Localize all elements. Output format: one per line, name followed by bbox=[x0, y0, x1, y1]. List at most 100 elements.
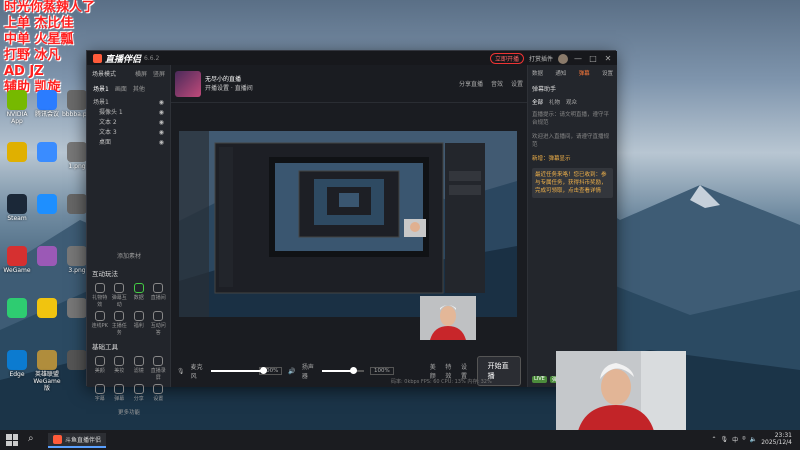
task-bubble[interactable]: 最近任务来咯！您已收到：参与专属任务，获得抖币奖励，完成可领取，点击查看详情 bbox=[532, 168, 613, 198]
avatar[interactable] bbox=[558, 53, 568, 64]
subtab-audience[interactable]: 观众 bbox=[566, 98, 577, 106]
preview-image bbox=[179, 131, 517, 317]
eye-icon[interactable]: ◉ bbox=[159, 138, 164, 148]
mic-icon[interactable]: 🎙 bbox=[177, 368, 185, 375]
eye-icon[interactable]: ◉ bbox=[159, 98, 164, 108]
subtab-all[interactable]: 全部 bbox=[532, 98, 543, 106]
eye-icon[interactable]: ◉ bbox=[159, 118, 164, 128]
feature-button[interactable]: 连线PK bbox=[90, 311, 110, 336]
desktop-icon[interactable]: 英雄联盟WeGame版 bbox=[32, 350, 62, 392]
close-button[interactable]: ✕ bbox=[603, 54, 613, 63]
stream-preview[interactable] bbox=[179, 131, 517, 317]
feature-label: 弹幕互动 bbox=[111, 295, 127, 308]
tab-data[interactable]: 数据 bbox=[532, 69, 543, 77]
danmaku-message: 欢迎进入直播间，请遵守直播规范 bbox=[532, 134, 610, 148]
desktop-icon[interactable]: WeGame bbox=[2, 246, 32, 274]
tray-network-icon[interactable]: ⌾ bbox=[742, 435, 746, 443]
share-button[interactable]: 分享直播 bbox=[459, 79, 483, 88]
webcam-small bbox=[420, 296, 476, 340]
desktop-icon[interactable]: Steam bbox=[2, 194, 32, 222]
search-icon[interactable]: ⌕ bbox=[28, 433, 42, 447]
desktop-icon[interactable] bbox=[2, 298, 32, 319]
minimize-button[interactable]: — bbox=[573, 54, 583, 63]
room-settings-button[interactable]: 设置 bbox=[511, 79, 523, 88]
feature-button[interactable]: 弹幕互动 bbox=[110, 283, 130, 308]
scene-item-label: 场景1 bbox=[93, 99, 109, 106]
feature-icon bbox=[133, 356, 144, 366]
desktop-icon[interactable]: NVIDIA App bbox=[2, 90, 32, 125]
desktop-icon-label: WeGame bbox=[3, 267, 31, 274]
desktop-icon[interactable] bbox=[32, 246, 62, 267]
tray-ime[interactable]: 中 bbox=[732, 435, 738, 444]
interact-title: 互动玩法 bbox=[92, 270, 118, 278]
app-icon bbox=[67, 142, 87, 162]
clock[interactable]: 23:31 2025/12/4 bbox=[761, 432, 792, 446]
room-cover[interactable] bbox=[175, 70, 201, 97]
desktop-icon[interactable]: Edge bbox=[2, 350, 32, 378]
app-logo: 直播伴侣 6.6.2 bbox=[93, 52, 159, 65]
feature-button[interactable]: 福利 bbox=[129, 311, 149, 336]
feature-button[interactable]: 字幕 bbox=[90, 384, 110, 402]
eye-icon[interactable]: ◉ bbox=[159, 128, 164, 138]
subtab-gift[interactable]: 礼物 bbox=[549, 98, 560, 106]
tab-danmaku[interactable]: 弹幕 bbox=[579, 69, 590, 77]
feature-button[interactable]: 美妆 bbox=[110, 356, 130, 381]
desktop-icon[interactable]: 腾讯会议 bbox=[32, 90, 62, 118]
speaker-icon[interactable]: 🔊 bbox=[288, 368, 295, 375]
tray-volume-icon[interactable]: 🔈 bbox=[750, 436, 757, 443]
more-features-button[interactable]: 更多功能 bbox=[87, 404, 171, 416]
feature-button[interactable]: 弹幕 bbox=[110, 384, 130, 402]
feature-button[interactable]: 直播录屏 bbox=[149, 356, 169, 381]
feature-label: 滤镜 bbox=[133, 368, 144, 374]
scene-item[interactable]: 桌面 ◉ bbox=[93, 138, 164, 148]
feature-icon bbox=[153, 283, 164, 293]
maximize-button[interactable]: □ bbox=[588, 54, 598, 63]
feature-button[interactable]: 数据 bbox=[129, 283, 149, 308]
interact-section: 互动玩法 礼物特效 弹幕互动 数据 直播间 连线PK 主播任务 福利 互动问答 基础工具 美颜… bbox=[87, 265, 171, 416]
scene-item[interactable]: 文本 2 ◉ bbox=[93, 118, 164, 128]
tab-other[interactable]: 其他 bbox=[133, 84, 145, 93]
tray-mic-icon[interactable]: 🎙 bbox=[721, 436, 729, 443]
app-window: 直播伴侣 6.6.2 立即开播 打赏插件 — □ ✕ 场景模式 横屏 竖屏 场景… bbox=[86, 50, 617, 416]
feature-button[interactable]: 滤镜 bbox=[129, 356, 149, 381]
scene-item[interactable]: 文本 3 ◉ bbox=[93, 128, 164, 138]
speaker-slider[interactable] bbox=[322, 367, 364, 374]
taskbar-app-button[interactable]: 斗鱼直播伴侣 bbox=[48, 432, 107, 448]
tab-notify[interactable]: 通知 bbox=[555, 69, 566, 77]
windows-start-icon[interactable] bbox=[6, 434, 18, 446]
eye-icon[interactable]: ◉ bbox=[159, 108, 164, 118]
desktop-icon[interactable] bbox=[2, 142, 32, 163]
app-task-icon bbox=[53, 434, 62, 444]
feature-button[interactable]: 美颜 bbox=[90, 356, 110, 381]
feature-button[interactable]: 礼物特效 bbox=[90, 283, 110, 308]
taskbar: ⌕ 斗鱼直播伴侣 ⌃ 🎙 中 ⌾ 🔈 23:31 2025/12/4 bbox=[0, 430, 800, 450]
tab-scene1[interactable]: 场景1 bbox=[93, 84, 109, 93]
feature-label: 主播任务 bbox=[111, 323, 127, 336]
feature-button[interactable]: 直播间 bbox=[149, 283, 169, 308]
tab-portrait[interactable]: 竖屏 bbox=[153, 71, 165, 78]
desktop-icon[interactable] bbox=[32, 194, 62, 215]
tray-expand-icon[interactable]: ⌃ bbox=[711, 436, 716, 443]
desktop-icon[interactable] bbox=[32, 298, 62, 319]
right-tabs: 数据 通知 弹幕 设置 bbox=[528, 65, 617, 81]
add-source-button[interactable]: 添加素材 bbox=[87, 251, 171, 260]
room-subtitle[interactable]: 开播设置 · 直播间 bbox=[205, 84, 253, 93]
tab-settings[interactable]: 设置 bbox=[602, 69, 613, 77]
tab-landscape[interactable]: 横屏 bbox=[135, 71, 147, 78]
go-live-pill[interactable]: 立即开播 bbox=[489, 53, 524, 64]
sound-button[interactable]: 音效 bbox=[491, 79, 503, 88]
feature-button[interactable]: 分享 bbox=[129, 384, 149, 402]
desktop-icon[interactable] bbox=[32, 142, 62, 163]
feature-button[interactable]: 设置 bbox=[149, 384, 169, 402]
interact-grid: 礼物特效 弹幕互动 数据 直播间连线PK 主播任务 福利 互动问答 bbox=[87, 281, 171, 338]
speaker-label: 扬声器 bbox=[301, 364, 314, 380]
app-icon bbox=[67, 194, 87, 214]
feature-label: 分享 bbox=[133, 396, 144, 402]
tab-screen[interactable]: 画面 bbox=[115, 84, 127, 93]
scene-item[interactable]: 摄像头 1 ◉ bbox=[93, 108, 164, 118]
scene-item[interactable]: 场景1 ◉ bbox=[93, 98, 164, 108]
feature-button[interactable]: 互动问答 bbox=[149, 311, 169, 336]
feature-button[interactable]: 主播任务 bbox=[110, 311, 130, 336]
mic-slider[interactable] bbox=[211, 367, 267, 374]
top-link[interactable]: 打赏插件 bbox=[529, 54, 553, 63]
